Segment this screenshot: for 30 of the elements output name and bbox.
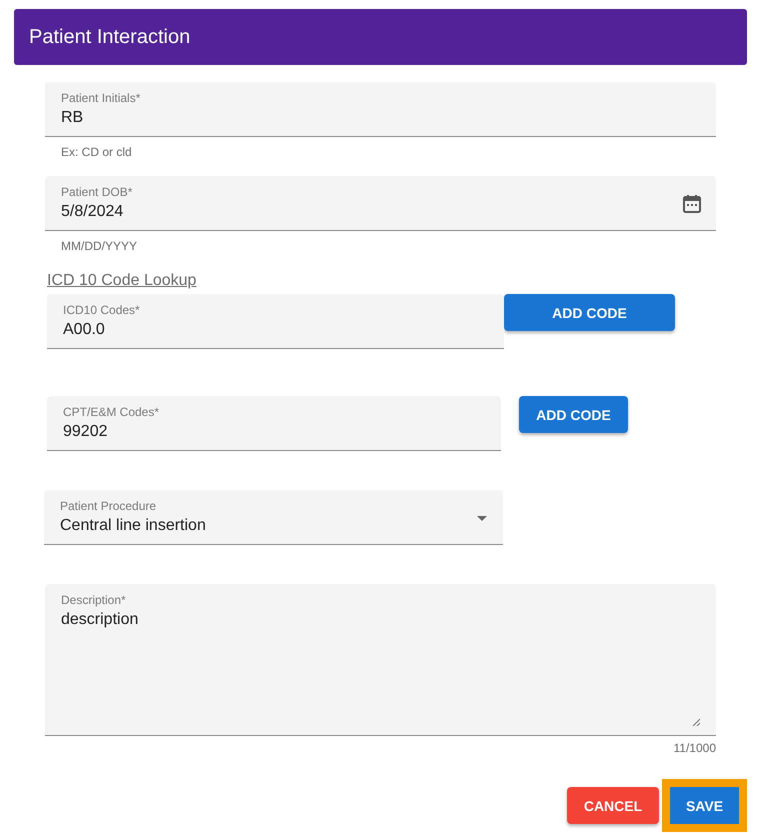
resize-handle-icon[interactable]: [692, 718, 700, 726]
field-value: A00.0: [63, 320, 105, 340]
field-label: Patient Initials*: [61, 90, 140, 106]
procedure-select[interactable]: Patient Procedure Central line insertion: [44, 490, 503, 545]
dropdown-caret-icon[interactable]: [477, 516, 487, 521]
field-value: RB: [61, 108, 84, 128]
field-label: Patient DOB*: [61, 184, 132, 200]
helper-text: MM/DD/YYYY: [61, 239, 138, 253]
helper-text: Ex: CD or cld: [61, 145, 132, 159]
field-label: Description*: [61, 592, 126, 608]
add-code-button[interactable]: ADD CODE: [504, 294, 675, 331]
field-label: CPT/E&M Codes*: [63, 404, 160, 420]
field-label: Patient Procedure: [60, 498, 156, 514]
description-textarea[interactable]: Description* description: [45, 584, 716, 736]
input-field[interactable]: Patient Initials* RB: [45, 82, 716, 137]
cancel-button[interactable]: CANCEL: [567, 787, 659, 824]
date-field[interactable]: Patient DOB* 5/8/2024: [45, 176, 716, 231]
page-title: Patient Interaction: [29, 26, 190, 48]
save-button[interactable]: SAVE: [662, 779, 747, 832]
lookup-link[interactable]: ICD 10 Code Lookup: [47, 272, 196, 290]
code-field[interactable]: CPT/E&M Codes* 99202: [47, 396, 501, 451]
field-value: 5/8/2024: [61, 202, 124, 222]
field-value: Central line insertion: [60, 516, 206, 536]
character-counter: 11/1000: [674, 741, 716, 755]
field-value: 99202: [63, 422, 108, 442]
field-value: description: [61, 610, 138, 630]
field-label: ICD10 Codes*: [63, 302, 140, 318]
code-field[interactable]: ICD10 Codes* A00.0: [47, 294, 504, 349]
add-code-button[interactable]: ADD CODE: [519, 396, 628, 433]
calendar-icon[interactable]: [682, 194, 702, 214]
